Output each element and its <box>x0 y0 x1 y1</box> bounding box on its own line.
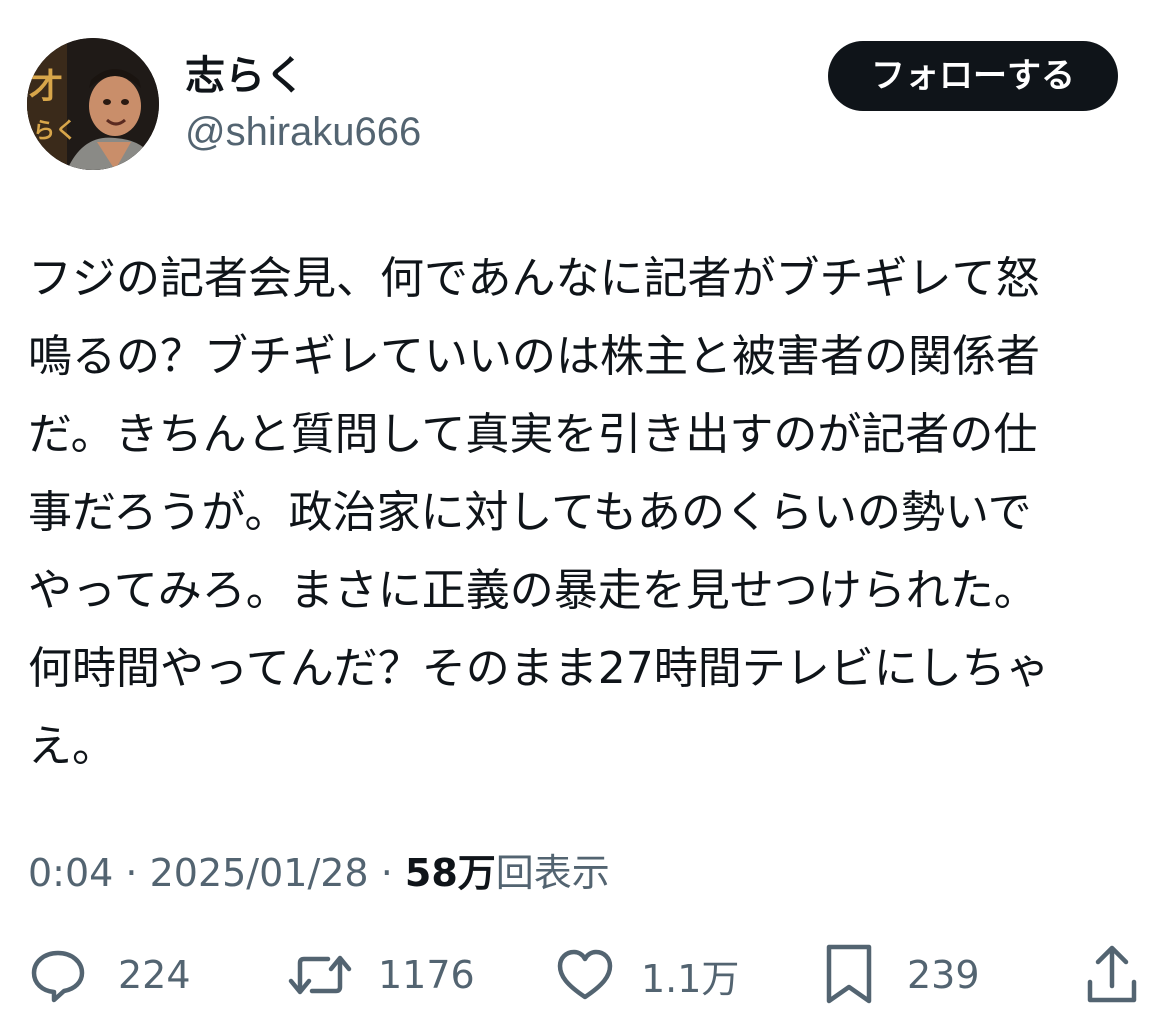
tweet-line: フジの記者会見、何であんなに記者がブチギレて怒 <box>28 253 1040 304</box>
tweet-line: 鳴るの？ブチギレていいのは株主と被害者の関係者 <box>28 331 1040 382</box>
tweet-meta: 0:04 · 2025/01/28 · 58万回表示 <box>28 845 610 901</box>
bookmark-button[interactable]: 239 <box>823 940 980 1010</box>
display-name[interactable]: 志らく <box>185 50 305 102</box>
follow-button[interactable]: フォローする <box>828 41 1118 111</box>
avatar[interactable]: 才 らく <box>27 38 159 170</box>
tweet-line: え。 <box>28 721 116 772</box>
bookmark-count: 239 <box>907 953 980 997</box>
like-button[interactable]: 1.1万 <box>555 940 739 1010</box>
tweet-time[interactable]: 0:04 <box>28 851 113 895</box>
views-count: 58万 <box>404 851 496 895</box>
like-count: 1.1万 <box>641 956 740 1001</box>
repost-icon <box>288 945 352 1005</box>
reply-button[interactable]: 224 <box>28 940 191 1010</box>
tweet-line: 何時間やってんだ？そのまま27時間テレビにしちゃ <box>28 643 1050 694</box>
share-button[interactable] <box>1084 940 1140 1010</box>
repost-count: 1176 <box>378 953 475 997</box>
repost-button[interactable]: 1176 <box>288 940 475 1010</box>
avatar-banner-char-2: らく <box>33 119 77 144</box>
tweet-line: だ。きちんと質問して真実を引き出すのが記者の仕 <box>28 409 1038 460</box>
avatar-banner-char-1: 才 <box>29 67 63 107</box>
tweet-line: 事だろうが。政治家に対してもあのくらいの勢いで <box>28 487 1032 538</box>
views-label: 回表示 <box>495 851 610 895</box>
reply-icon <box>28 945 88 1005</box>
like-icon <box>555 945 615 1005</box>
meta-separator: · <box>368 851 405 895</box>
bookmark-icon <box>823 943 875 1007</box>
tweet-text: フジの記者会見、何であんなに記者がブチギレて怒 鳴るの？ブチギレていいのは株主と… <box>28 240 1132 786</box>
action-bar: 224 1176 1.1万 239 <box>0 940 1170 1010</box>
user-handle[interactable]: @shiraku666 <box>185 106 421 158</box>
meta-separator: · <box>113 851 150 895</box>
tweet-line: やってみろ。まさに正義の暴走を見せつけられた。 <box>28 565 1038 616</box>
reply-count: 224 <box>118 953 191 997</box>
avatar-image: 才 らく <box>27 38 159 170</box>
share-icon <box>1084 944 1140 1006</box>
tweet-date[interactable]: 2025/01/28 <box>150 851 369 895</box>
